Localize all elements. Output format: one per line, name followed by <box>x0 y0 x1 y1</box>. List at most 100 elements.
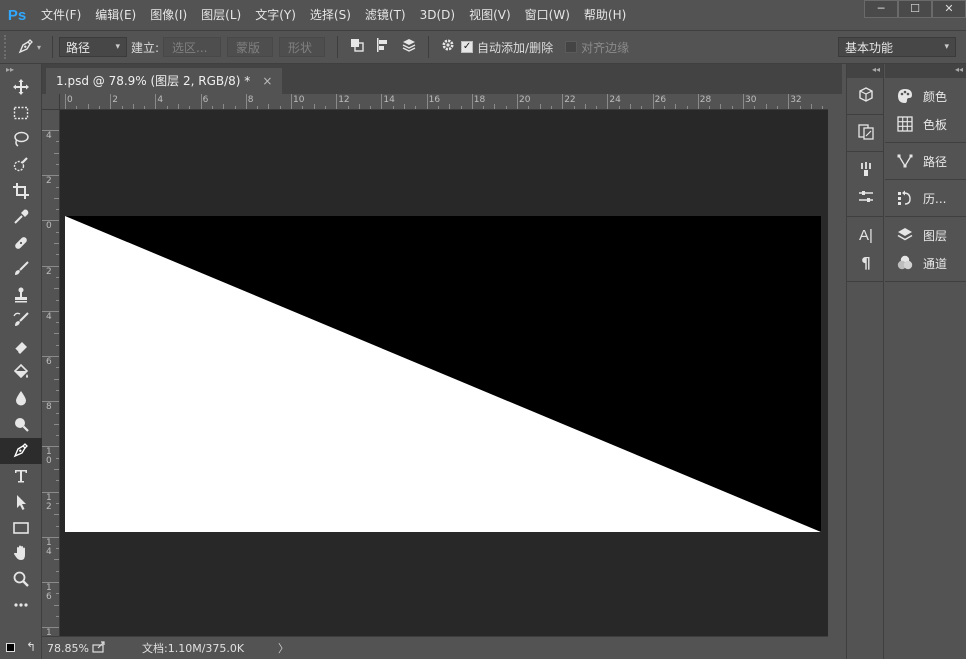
pen-settings-button[interactable] <box>435 35 461 59</box>
marquee-tool[interactable] <box>0 102 42 128</box>
path-arrangement-button[interactable] <box>396 35 422 59</box>
make-mask-button[interactable]: 蒙版 <box>227 37 274 57</box>
dodge-tool[interactable] <box>0 413 42 439</box>
ruler-label: 32 <box>790 95 802 105</box>
tool-preset-picker[interactable]: ▾ <box>12 34 46 60</box>
menu-image[interactable]: 图像(I) <box>143 0 194 30</box>
eyedropper-tool[interactable] <box>0 205 42 231</box>
make-selection-button[interactable]: 选区... <box>163 37 222 57</box>
menu-file[interactable]: 文件(F) <box>34 0 88 30</box>
ruler-label: 6 <box>202 95 209 105</box>
workspace-select[interactable]: 基本功能 ▾ <box>838 37 956 57</box>
brush-tool[interactable] <box>0 257 42 283</box>
zoom-level[interactable]: 78.85% <box>42 642 92 655</box>
vertical-ruler[interactable]: 4 2 0 2 4 6 8 10 12 14 16 18 <box>42 110 60 636</box>
lasso-tool[interactable] <box>0 128 42 154</box>
make-shape-button[interactable]: 形状 <box>279 37 326 57</box>
more-tools-button[interactable] <box>0 594 42 620</box>
status-menu-arrow[interactable]: 〉 <box>278 640 289 656</box>
maximize-button[interactable]: ☐ <box>898 0 932 18</box>
ruler-origin[interactable] <box>42 94 60 110</box>
auto-add-delete-checkbox[interactable]: ✓ <box>461 41 474 53</box>
ruler-label: 0 <box>67 95 73 105</box>
rectangle-tool[interactable] <box>0 516 42 542</box>
collapse-panels-icon[interactable]: ◂◂ <box>885 64 966 78</box>
paths-panel-tab[interactable]: 路径 <box>885 147 966 175</box>
swatches-panel-tab[interactable]: 色板 <box>885 110 966 138</box>
pasteboard[interactable] <box>60 110 828 636</box>
zoom-tool[interactable] <box>0 568 42 594</box>
quick-select-tool[interactable] <box>0 154 42 180</box>
separator <box>52 36 53 58</box>
ruler-tick <box>110 94 112 109</box>
paint-bucket-tool[interactable] <box>0 361 42 387</box>
menu-edit[interactable]: 编辑(E) <box>88 0 143 30</box>
history-brush-tool[interactable] <box>0 309 42 335</box>
pen-mode-select[interactable]: 路径 ▾ <box>59 37 127 57</box>
menu-select[interactable]: 选择(S) <box>303 0 358 30</box>
3d-panel-button[interactable] <box>847 82 885 110</box>
close-tab-icon[interactable]: × <box>262 68 272 94</box>
menu-layer[interactable]: 图层(L) <box>194 0 248 30</box>
foreground-color-swatch[interactable] <box>6 642 15 652</box>
horizontal-ruler[interactable]: 0 2 4 6 8 10 12 14 16 18 20 22 24 26 28 30 32 <box>60 94 828 110</box>
ruler-label: 14 <box>383 95 395 105</box>
channels-panel-tab[interactable]: 通道 <box>885 249 966 277</box>
chevron-down-icon: ▾ <box>944 42 949 52</box>
pen-tool[interactable] <box>0 438 42 465</box>
ruler-label: 0 <box>46 221 52 232</box>
hand-tool[interactable] <box>0 542 42 568</box>
notes-icon <box>857 123 875 144</box>
swap-colors-icon[interactable]: ↰ <box>26 640 36 654</box>
close-button[interactable]: ✕ <box>932 0 966 18</box>
share-export-icon[interactable] <box>92 640 142 656</box>
white-triangle-shape[interactable] <box>65 216 821 532</box>
document-tab-title: 1.psd @ 78.9% (图层 2, RGB/8) * <box>56 74 251 88</box>
healing-brush-tool[interactable] <box>0 231 42 257</box>
brush-presets-button[interactable] <box>847 156 885 184</box>
minimize-button[interactable]: ─ <box>864 0 898 18</box>
ruler-tick <box>652 94 654 109</box>
menu-help[interactable]: 帮助(H) <box>577 0 633 30</box>
menu-3d[interactable]: 3D(D) <box>413 0 462 30</box>
paragraph-panel-button[interactable]: ¶ <box>847 249 885 277</box>
document-tab[interactable]: 1.psd @ 78.9% (图层 2, RGB/8) * × <box>46 68 283 94</box>
notes-panel-button[interactable] <box>847 119 885 147</box>
path-operations-button[interactable] <box>344 35 370 59</box>
brush-settings-button[interactable] <box>847 184 885 212</box>
eraser-tool[interactable] <box>0 335 42 361</box>
rectangle-tool-icon <box>12 519 30 540</box>
align-edges-checkbox[interactable] <box>565 41 578 53</box>
collapse-panels-icon[interactable]: ◂◂ <box>847 64 883 78</box>
options-bar-grip[interactable] <box>4 35 12 59</box>
path-select-tool[interactable] <box>0 490 42 516</box>
path-alignment-button[interactable] <box>370 35 396 59</box>
history-panel-tab[interactable]: 历... <box>885 184 966 212</box>
layers-panel-tab[interactable]: 图层 <box>885 221 966 249</box>
color-swatches[interactable]: ↰ <box>6 639 36 655</box>
character-panel-button[interactable]: A| <box>847 221 885 249</box>
panel-group: A| ¶ <box>847 217 883 282</box>
move-tool[interactable] <box>0 76 42 102</box>
blur-tool[interactable] <box>0 387 42 413</box>
panel-group <box>847 78 883 115</box>
menu-filter[interactable]: 滤镜(T) <box>358 0 413 30</box>
ruler-tick <box>788 94 790 109</box>
color-panel-tab[interactable]: 颜色 <box>885 82 966 110</box>
document-vertical-scrollbar[interactable] <box>828 94 842 659</box>
document-tab-bar: 1.psd @ 78.9% (图层 2, RGB/8) * × <box>42 64 842 94</box>
menu-type[interactable]: 文字(Y) <box>248 0 303 30</box>
menu-window[interactable]: 窗口(W) <box>518 0 577 30</box>
menu-view[interactable]: 视图(V) <box>462 0 518 30</box>
path-select-tool-icon <box>12 493 30 514</box>
clone-stamp-tool[interactable] <box>0 283 42 309</box>
gear-icon <box>440 37 456 57</box>
type-tool[interactable] <box>0 464 42 490</box>
ruler-label: 4 <box>46 131 52 141</box>
collapse-toolbar-icon[interactable]: ▸▸ <box>0 64 41 76</box>
crop-tool[interactable] <box>0 180 42 206</box>
canvas[interactable] <box>65 216 821 532</box>
dodge-tool-icon <box>12 415 30 436</box>
align-edges-label: 对齐边缘 <box>581 40 630 55</box>
swatches-panel-label: 色板 <box>923 117 948 132</box>
